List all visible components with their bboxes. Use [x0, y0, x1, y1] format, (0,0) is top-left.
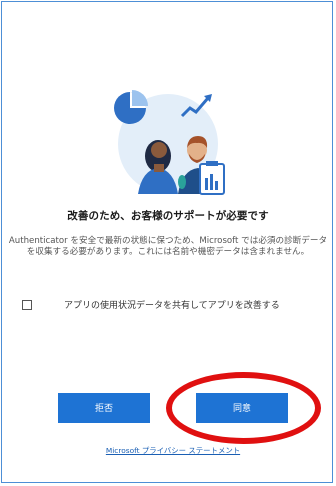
privacy-statement-link[interactable]: Microsoft プライバシー ステートメント	[0, 445, 336, 456]
clipboard-chart-icon	[199, 161, 225, 195]
consent-label[interactable]: アプリの使用状況データを共有してアプリを改善する	[64, 298, 280, 311]
consent-row[interactable]: アプリの使用状況データを共有してアプリを改善する	[22, 298, 322, 314]
checkbox-unchecked-icon[interactable]	[22, 300, 32, 310]
people-with-charts-illustration	[114, 90, 225, 195]
dialog-title: 改善のため、お客様のサポートが必要です	[67, 210, 269, 222]
reject-button[interactable]: 拒否	[58, 393, 150, 423]
agree-button[interactable]: 同意	[196, 393, 288, 423]
plant-icon	[178, 175, 186, 189]
dialog-description: Authenticator を安全で最新の状態に保つため、Microsoft で…	[8, 236, 328, 257]
